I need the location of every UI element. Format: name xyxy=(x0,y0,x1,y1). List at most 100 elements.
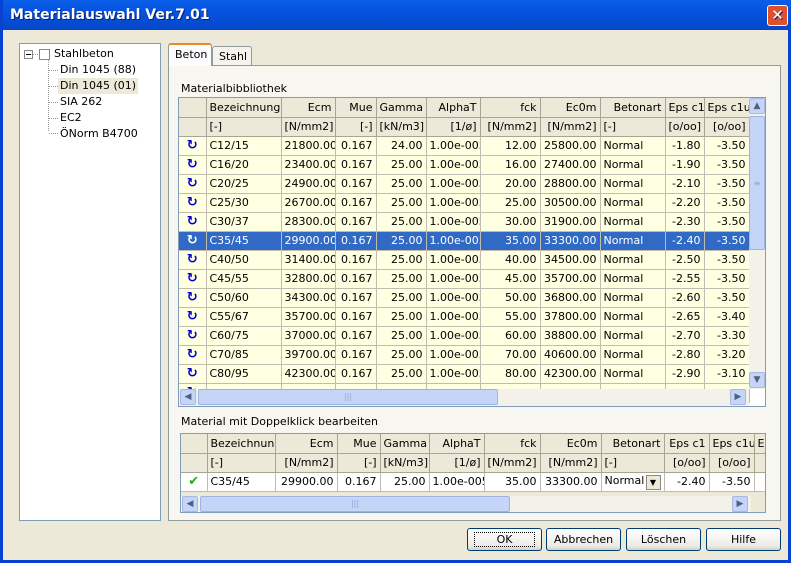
table-cell[interactable]: 1.00e-005 xyxy=(426,288,481,308)
table-cell[interactable]: -3.50 xyxy=(709,472,755,492)
table-cell[interactable]: 0.167 xyxy=(335,364,377,384)
table-cell[interactable]: 1.00e-005 xyxy=(426,307,481,327)
table-cell[interactable]: 25.00 xyxy=(376,345,427,365)
table-cell[interactable]: -2.40 xyxy=(664,472,710,492)
horizontal-scrollbar[interactable]: ◀ ||| ▶ xyxy=(179,389,749,406)
table-cell[interactable]: 30500.00 xyxy=(540,193,601,213)
column-header[interactable]: Ec0m xyxy=(540,434,602,454)
table-cell[interactable]: 50.00 xyxy=(480,288,541,308)
table-cell[interactable]: C35/45 xyxy=(207,472,276,492)
table-cell[interactable]: 29900.00 xyxy=(281,231,336,251)
horizontal-scroll-thumb[interactable]: ||| xyxy=(200,496,510,512)
table-cell[interactable]: C50/60 xyxy=(206,288,282,308)
table-cell[interactable]: 32800.00 xyxy=(281,269,336,289)
table-cell[interactable]: 37000.00 xyxy=(281,326,336,346)
table-cell[interactable]: 35700.00 xyxy=(540,269,601,289)
table-cell[interactable]: 24.00 xyxy=(376,136,427,156)
cancel-button[interactable]: Abbrechen xyxy=(546,528,621,551)
table-cell[interactable] xyxy=(754,472,765,492)
horizontal-scroll-thumb[interactable]: ||| xyxy=(198,389,498,405)
table-cell[interactable]: 35.00 xyxy=(480,231,541,251)
table-cell[interactable]: 0.167 xyxy=(335,231,377,251)
column-header[interactable]: Gamma xyxy=(380,434,430,454)
table-cell[interactable]: 0.167 xyxy=(335,288,377,308)
table-cell[interactable]: 38800.00 xyxy=(540,326,601,346)
table-cell[interactable]: -2.10 xyxy=(665,174,705,194)
scroll-left-icon[interactable]: ◀ xyxy=(180,389,196,405)
table-cell[interactable]: 28300.00 xyxy=(281,212,336,232)
table-row[interactable]: ↻C16/2023400.000.16725.001.00e-00516.002… xyxy=(179,155,750,175)
table-cell[interactable]: 21800.00 xyxy=(281,136,336,156)
table-row[interactable]: ↻C50/6034300.000.16725.001.00e-00550.003… xyxy=(179,288,750,308)
table-cell[interactable]: 0.167 xyxy=(337,472,381,492)
table-cell[interactable]: -3.50 xyxy=(704,269,750,289)
table-cell[interactable]: 25.00 xyxy=(376,288,427,308)
table-cell[interactable]: 28800.00 xyxy=(540,174,601,194)
table-cell[interactable]: C16/20 xyxy=(206,155,282,175)
column-header[interactable]: Mue xyxy=(337,434,381,454)
column-header[interactable]: Mue xyxy=(335,98,377,118)
table-cell[interactable]: 0.167 xyxy=(335,345,377,365)
table-cell[interactable]: 23400.00 xyxy=(281,155,336,175)
table-cell[interactable]: 35700.00 xyxy=(281,307,336,327)
column-header[interactable]: Eps c1 xyxy=(665,98,705,118)
table-cell[interactable]: 1.00e-005 xyxy=(426,193,481,213)
table-cell[interactable]: -3.30 xyxy=(704,326,750,346)
table-cell[interactable]: -2.30 xyxy=(665,212,705,232)
table-cell[interactable]: -3.50 xyxy=(704,193,750,213)
ok-button[interactable]: OK xyxy=(467,528,542,551)
column-header[interactable] xyxy=(181,434,208,454)
table-cell[interactable]: Normal xyxy=(600,326,666,346)
table-cell[interactable]: 16.00 xyxy=(480,155,541,175)
table-cell[interactable]: 25.00 xyxy=(376,212,427,232)
table-cell[interactable]: 25800.00 xyxy=(540,136,601,156)
column-header[interactable]: fck xyxy=(484,434,541,454)
table-cell[interactable]: -3.10 xyxy=(704,364,750,384)
table-cell[interactable]: C45/55 xyxy=(206,269,282,289)
table-cell[interactable]: 31400.00 xyxy=(281,250,336,270)
table-cell[interactable]: 42300.00 xyxy=(281,364,336,384)
table-cell[interactable]: 31900.00 xyxy=(540,212,601,232)
dropdown-arrow-icon[interactable]: ▼ xyxy=(645,474,661,490)
table-cell[interactable]: -3.50 xyxy=(704,288,750,308)
table-cell[interactable]: -3.50 xyxy=(704,155,750,175)
table-cell[interactable]: Normal xyxy=(600,307,666,327)
column-header[interactable]: Bezeichnung xyxy=(206,98,282,118)
table-cell[interactable]: 1.00e-005 xyxy=(426,345,481,365)
column-header[interactable]: E xyxy=(754,434,765,454)
help-button[interactable]: Hilfe xyxy=(706,528,781,551)
table-row[interactable]: ↻C70/8539700.000.16725.001.00e-00570.004… xyxy=(179,345,750,365)
column-header[interactable]: Ecm xyxy=(281,98,336,118)
table-cell[interactable]: -1.80 xyxy=(665,136,705,156)
table-cell[interactable]: 33300.00 xyxy=(540,231,601,251)
editor-horizontal-scrollbar[interactable]: ◀ ||| ▶ xyxy=(181,496,751,512)
table-row[interactable]: ↻C35/4529900.000.16725.001.00e-00535.003… xyxy=(179,231,750,251)
column-header[interactable]: fck xyxy=(480,98,541,118)
table-cell[interactable]: 25.00 xyxy=(376,231,427,251)
table-cell[interactable]: 25.00 xyxy=(376,364,427,384)
table-cell[interactable]: 0.167 xyxy=(335,136,377,156)
table-cell[interactable]: 55.00 xyxy=(480,307,541,327)
table-row[interactable]: ✔ C35/45 29900.00 0.167 25.00 1.00e-005 35.00 3… xyxy=(181,472,765,492)
table-cell[interactable]: Normal xyxy=(600,136,666,156)
table-cell[interactable]: 0.167 xyxy=(335,193,377,213)
table-cell[interactable]: C35/45 xyxy=(206,231,282,251)
table-cell[interactable]: 37800.00 xyxy=(540,307,601,327)
table-cell[interactable]: 36800.00 xyxy=(540,288,601,308)
tree-item-din1045-01[interactable]: Din 1045 (01) xyxy=(58,78,139,94)
column-header[interactable]: Betonart xyxy=(600,98,666,118)
tree-item-din1045-88[interactable]: Din 1045 (88) xyxy=(60,62,136,78)
column-header[interactable]: Eps c1 xyxy=(664,434,710,454)
tree-item-onorm-b4700[interactable]: ÖNorm B4700 xyxy=(60,126,138,142)
table-cell[interactable]: -2.65 xyxy=(665,307,705,327)
table-cell[interactable]: -2.70 xyxy=(665,326,705,346)
table-cell[interactable]: 0.167 xyxy=(335,250,377,270)
table-cell[interactable]: Normal xyxy=(600,364,666,384)
table-cell[interactable]: 35.00 xyxy=(484,472,541,492)
table-cell[interactable]: Normal xyxy=(600,250,666,270)
table-cell[interactable]: 33300.00 xyxy=(540,472,602,492)
table-cell[interactable]: -2.60 xyxy=(665,288,705,308)
table-cell[interactable]: -3.50 xyxy=(704,212,750,232)
table-cell[interactable]: 12.00 xyxy=(480,136,541,156)
table-cell[interactable]: Normal ▼ xyxy=(601,472,665,492)
